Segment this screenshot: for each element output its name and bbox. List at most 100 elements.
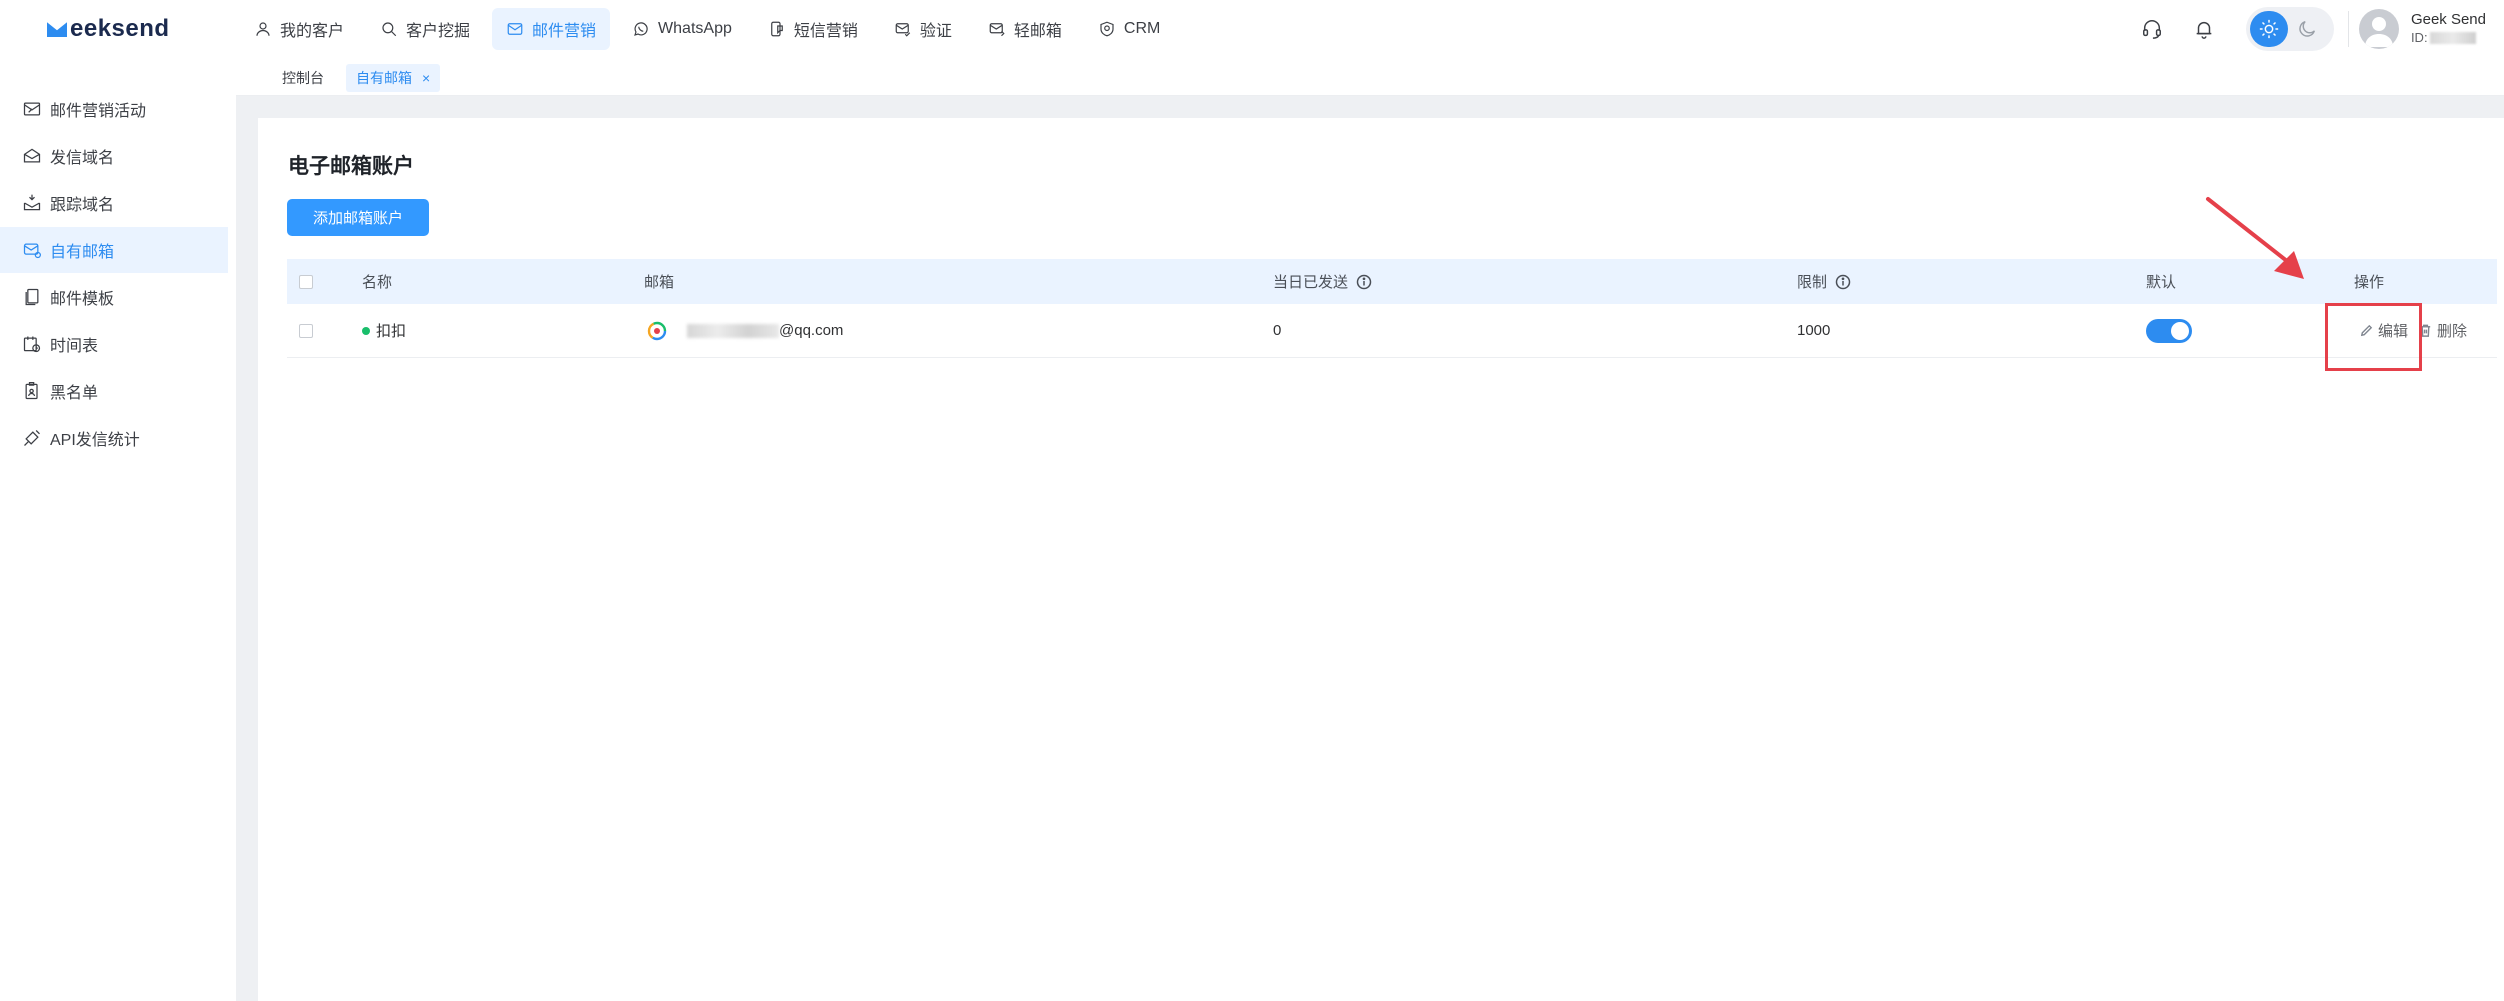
tab-label: 自有邮箱 bbox=[356, 69, 412, 86]
user-icon bbox=[256, 22, 270, 36]
main-nav: 我的客户 客户挖掘 邮件营销 WhatsApp 短信营销 验证 轻邮箱 CRM bbox=[240, 8, 1182, 50]
send-domain-icon bbox=[23, 148, 41, 163]
sms-icon bbox=[771, 21, 783, 37]
blacklist-icon bbox=[25, 382, 38, 400]
sidebar: 邮件营销活动 发信域名 跟踪域名 自有邮箱 邮件模板 时间表 黑名单 API发信… bbox=[0, 86, 236, 1001]
api-stats-icon bbox=[24, 430, 40, 446]
sidebar-item-blacklist[interactable]: 黑名单 bbox=[0, 368, 228, 414]
template-icon bbox=[25, 288, 39, 306]
nav-item-my-customers[interactable]: 我的客户 bbox=[240, 8, 358, 50]
moon-icon bbox=[2299, 20, 2315, 37]
sidebar-item-api-stats[interactable]: API发信统计 bbox=[0, 415, 228, 461]
notifications-button[interactable] bbox=[2186, 11, 2222, 47]
annotation-arrow-icon bbox=[2206, 197, 2304, 279]
schedule-icon bbox=[23, 336, 41, 353]
bell-icon bbox=[2196, 21, 2212, 39]
crm-icon bbox=[1100, 21, 1114, 37]
row-checkbox-cell bbox=[299, 304, 313, 357]
light-mail-icon bbox=[989, 23, 1005, 37]
nav-item-crm[interactable]: CRM bbox=[1084, 8, 1174, 50]
row-email: @qq.com bbox=[779, 322, 844, 339]
page-title: 电子邮箱账户 bbox=[288, 155, 414, 178]
nav-item-sms-marketing[interactable]: 短信营销 bbox=[754, 8, 872, 50]
header-limit-label: 限制 bbox=[1797, 274, 1828, 291]
nav-item-label: CRM bbox=[1123, 20, 1161, 37]
sidebar-item-own-mailbox[interactable]: 自有邮箱 bbox=[0, 227, 228, 273]
theme-toggle bbox=[2245, 7, 2334, 51]
page-tabs: 控制台 自有邮箱 × bbox=[236, 60, 2504, 96]
header-name: 名称 bbox=[362, 274, 393, 291]
tab-dashboard[interactable]: 控制台 bbox=[272, 64, 334, 92]
user-id: ID: bbox=[2411, 29, 2486, 47]
nav-item-label: 轻邮箱 bbox=[1013, 23, 1062, 40]
sidebar-item-track-domain[interactable]: 跟踪域名 bbox=[0, 180, 228, 226]
redacted-email-local-part bbox=[687, 323, 779, 338]
user-id-label: ID: bbox=[2410, 30, 2428, 45]
header-sent-today-label: 当日已发送 bbox=[1273, 274, 1349, 291]
sidebar-item-label: 发信域名 bbox=[50, 150, 115, 167]
info-icon[interactable] bbox=[1356, 274, 1372, 290]
sidebar-item-schedule[interactable]: 时间表 bbox=[0, 321, 228, 367]
status-dot bbox=[362, 326, 370, 335]
sidebar-item-send-domain[interactable]: 发信域名 bbox=[0, 133, 228, 179]
sidebar-item-label: 邮件营销活动 bbox=[50, 103, 147, 120]
tab-label: 控制台 bbox=[282, 69, 324, 86]
nav-item-customer-mining[interactable]: 客户挖掘 bbox=[366, 8, 484, 50]
own-mailbox-icon bbox=[23, 243, 41, 259]
nav-item-verify[interactable]: 验证 bbox=[880, 8, 966, 50]
user-menu[interactable]: Geek Send ID: bbox=[2358, 9, 2504, 49]
redacted-user-id bbox=[2429, 32, 2476, 44]
nav-item-label: 邮件营销 bbox=[532, 23, 597, 40]
sidebar-item-label: 时间表 bbox=[50, 338, 99, 355]
content-card bbox=[258, 118, 2504, 1001]
nav-item-whatsapp[interactable]: WhatsApp bbox=[618, 8, 746, 50]
delete-label: 删除 bbox=[2437, 323, 2468, 340]
user-meta: Geek Send ID: bbox=[2411, 11, 2486, 47]
tab-close-icon[interactable]: × bbox=[422, 70, 430, 86]
dark-theme-button[interactable] bbox=[2288, 11, 2326, 47]
sidebar-item-campaigns[interactable]: 邮件营销活动 bbox=[0, 86, 228, 132]
logo-text: eeksend bbox=[70, 15, 170, 42]
nav-item-label: 短信营销 bbox=[793, 23, 858, 40]
table-header: 名称 邮箱 当日已发送 限制 默认 操作 bbox=[287, 259, 2497, 304]
avatar-icon bbox=[2364, 17, 2393, 47]
whatsapp-icon bbox=[634, 22, 648, 36]
header-default: 默认 bbox=[2146, 274, 2177, 291]
sidebar-item-templates[interactable]: 邮件模板 bbox=[0, 274, 228, 320]
campaign-icon bbox=[23, 102, 41, 116]
nav-item-label: 我的客户 bbox=[280, 23, 345, 40]
add-mailbox-button[interactable]: 添加邮箱账户 bbox=[287, 199, 429, 236]
verify-mail-icon bbox=[895, 23, 911, 37]
header-actions: 操作 bbox=[2354, 274, 2385, 291]
header-limit: 限制 bbox=[1797, 259, 1851, 304]
table-row: 扣扣 @qq.com 0 1000 编辑 删除 bbox=[287, 304, 2497, 358]
track-domain-icon bbox=[23, 194, 41, 211]
support-button[interactable] bbox=[2134, 11, 2170, 47]
sidebar-item-label: API发信统计 bbox=[50, 432, 140, 449]
mail-icon bbox=[507, 23, 523, 35]
row-email-cell: @qq.com bbox=[647, 304, 843, 357]
default-toggle[interactable] bbox=[2146, 318, 2192, 343]
qq-mail-icon bbox=[647, 321, 667, 341]
header-checkbox-cell bbox=[299, 259, 313, 304]
sidebar-item-label: 跟踪域名 bbox=[50, 197, 115, 214]
divider bbox=[2347, 11, 2349, 47]
nav-item-label: WhatsApp bbox=[658, 20, 732, 37]
tab-own-mailbox[interactable]: 自有邮箱 × bbox=[346, 63, 441, 92]
mailbox-table: 名称 邮箱 当日已发送 限制 默认 操作 扣扣 @qq.com 0 1000 编… bbox=[287, 259, 2497, 358]
logo[interactable]: eeksend bbox=[46, 14, 170, 44]
delete-button[interactable]: 删除 bbox=[2418, 320, 2467, 341]
nav-item-light-mail[interactable]: 轻邮箱 bbox=[974, 8, 1076, 50]
row-checkbox[interactable] bbox=[299, 323, 313, 338]
nav-item-email-marketing[interactable]: 邮件营销 bbox=[492, 8, 611, 50]
annotation-highlight-box bbox=[2325, 303, 2422, 371]
top-right-tools: Geek Send ID: bbox=[2134, 0, 2504, 58]
light-theme-button[interactable] bbox=[2249, 11, 2288, 47]
row-name-cell: 扣扣 bbox=[362, 304, 406, 357]
row-default-cell bbox=[2146, 304, 2192, 357]
user-name: Geek Send bbox=[2410, 11, 2486, 28]
logo-mark-icon bbox=[46, 19, 68, 39]
info-icon[interactable] bbox=[1835, 274, 1851, 290]
select-all-checkbox[interactable] bbox=[299, 274, 313, 289]
search-icon bbox=[382, 22, 397, 37]
